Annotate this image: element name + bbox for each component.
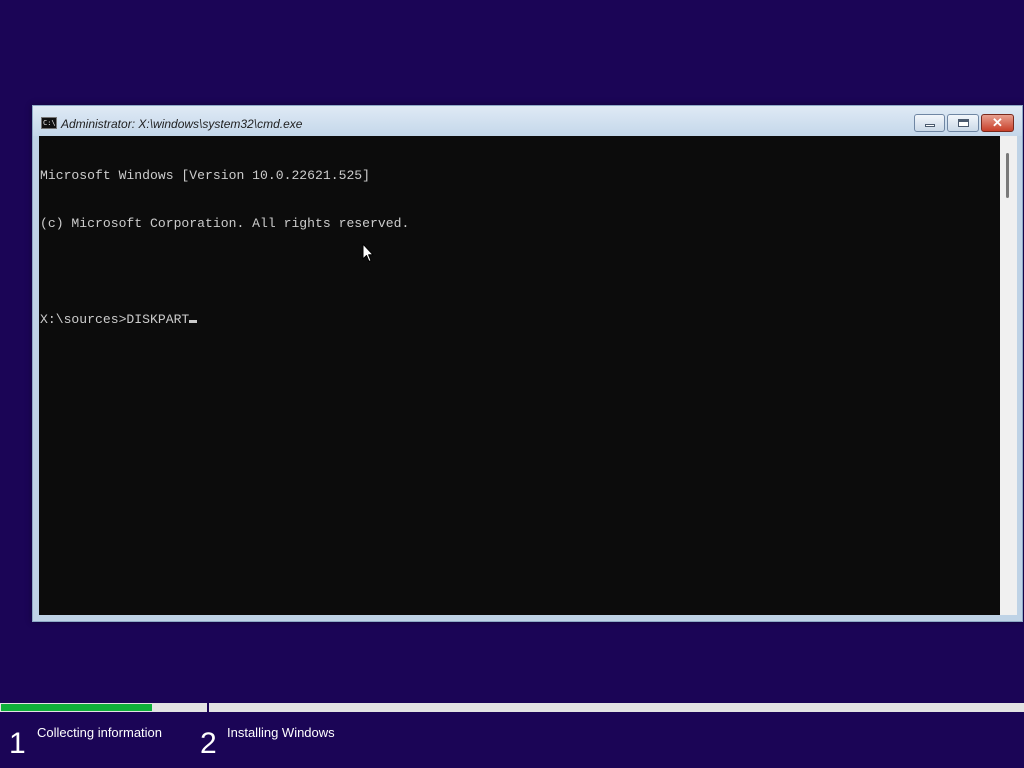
close-icon: ✕ xyxy=(992,115,1003,130)
console-line: (c) Microsoft Corporation. All rights re… xyxy=(40,216,410,231)
minimize-icon xyxy=(925,124,935,127)
title-bar[interactable]: C:\ Administrator: X:\windows\system32\c… xyxy=(33,106,1022,136)
minimize-button[interactable] xyxy=(914,114,945,132)
console-prompt-line[interactable]: X:\sources>DISKPART xyxy=(40,312,409,328)
step-number: 1 xyxy=(9,727,26,760)
scrollbar-thumb[interactable] xyxy=(1006,153,1009,198)
command-prompt-window[interactable]: C:\ Administrator: X:\windows\system32\c… xyxy=(32,105,1023,622)
vertical-scrollbar[interactable] xyxy=(1000,136,1017,615)
step-label: Installing Windows xyxy=(227,725,335,740)
setup-progress-fill xyxy=(1,704,152,711)
command-input[interactable]: X:\sources>DISKPART xyxy=(40,312,189,327)
setup-progress-bar xyxy=(0,703,1024,712)
step-divider xyxy=(207,703,209,712)
mouse-pointer-icon xyxy=(362,243,374,262)
step-label: Collecting information xyxy=(37,725,163,740)
window-title: Administrator: X:\windows\system32\cmd.e… xyxy=(61,117,303,131)
cmd-icon[interactable]: C:\ xyxy=(41,117,57,129)
console-output[interactable]: Microsoft Windows [Version 10.0.22621.52… xyxy=(39,136,1000,615)
text-cursor xyxy=(189,320,198,323)
maximize-button[interactable] xyxy=(947,114,979,132)
close-button[interactable]: ✕ xyxy=(981,114,1014,132)
console-line: Microsoft Windows [Version 10.0.22621.52… xyxy=(40,168,371,183)
maximize-icon xyxy=(958,119,969,127)
step-number: 2 xyxy=(200,727,217,760)
